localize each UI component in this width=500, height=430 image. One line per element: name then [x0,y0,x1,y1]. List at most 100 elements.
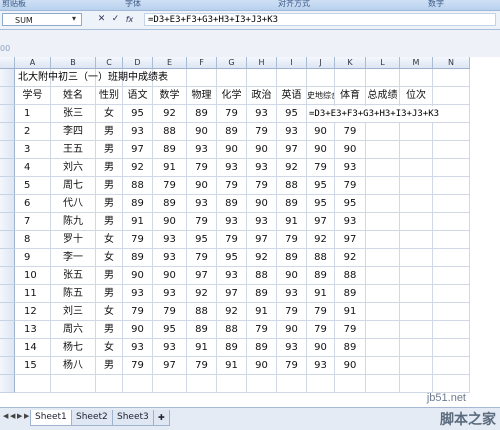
data-cell[interactable]: 97 [335,231,366,249]
editing-formula-cell[interactable]: =D3+E3+F3+G3+H3+I3+J3+K3 [309,106,440,122]
data-cell[interactable]: 93 [153,231,187,249]
data-cell[interactable]: 93 [153,339,187,357]
row-header[interactable] [0,267,15,285]
grid-cell[interactable] [433,249,470,267]
grid-cell[interactable] [433,87,470,105]
grid-cell[interactable] [366,267,400,285]
data-cell[interactable]: 91 [247,303,277,321]
grid-cell[interactable] [153,375,187,393]
data-cell[interactable]: 89 [277,195,307,213]
grid-cell[interactable] [400,213,433,231]
data-cell[interactable]: 90 [187,123,217,141]
data-cell[interactable]: 93 [247,213,277,231]
data-cell[interactable]: 92 [307,231,335,249]
cancel-icon[interactable]: ✕ [96,14,107,25]
data-cell[interactable]: 刘三 [51,303,96,321]
data-cell[interactable]: 3 [15,141,51,159]
grid-cell[interactable] [335,375,366,393]
formula-input[interactable]: =D3+E3+F3+G3+H3+I3+J3+K3 [144,13,496,26]
data-cell[interactable]: 刘六 [51,159,96,177]
data-cell[interactable]: 90 [247,195,277,213]
tab-sheet3[interactable]: Sheet3 [112,410,154,426]
data-cell[interactable]: 男 [96,177,123,195]
column-header[interactable]: E [153,57,187,69]
data-cell[interactable]: 杨八 [51,357,96,375]
data-cell[interactable]: 79 [307,321,335,339]
data-cell[interactable]: 2 [15,123,51,141]
grid-cell[interactable] [307,69,335,87]
column-header[interactable]: A [15,57,51,69]
data-cell[interactable]: 男 [96,267,123,285]
data-cell[interactable]: 93 [247,105,277,123]
data-cell[interactable]: 79 [247,123,277,141]
data-cell[interactable]: 91 [153,159,187,177]
grid-cell[interactable] [400,159,433,177]
data-cell[interactable]: 90 [307,141,335,159]
data-cell[interactable]: 93 [307,357,335,375]
data-cell[interactable]: 90 [277,321,307,339]
data-cell[interactable]: 89 [123,195,153,213]
data-cell[interactable]: 89 [307,267,335,285]
data-cell[interactable]: 90 [247,357,277,375]
column-label[interactable]: 英语 [277,87,307,105]
row-header[interactable] [0,105,15,123]
grid-cell[interactable] [366,321,400,339]
grid-cell[interactable] [400,375,433,393]
grid-cell[interactable] [433,357,470,375]
grid-cell[interactable] [187,375,217,393]
data-cell[interactable]: 79 [217,231,247,249]
data-cell[interactable]: 7 [15,213,51,231]
data-cell[interactable]: 91 [187,339,217,357]
row-header[interactable] [0,285,15,303]
data-cell[interactable]: 89 [123,249,153,267]
grid-cell[interactable] [187,69,217,87]
grid-cell[interactable] [366,177,400,195]
data-cell[interactable]: 95 [277,105,307,123]
row-header[interactable] [0,69,15,87]
ribbon-group-alignment[interactable]: 对齐方式 [278,0,310,9]
data-cell[interactable]: 95 [217,249,247,267]
column-label[interactable]: 学号 [15,87,51,105]
grid-cell[interactable] [247,375,277,393]
data-cell[interactable]: 李一 [51,249,96,267]
data-cell[interactable]: 79 [187,249,217,267]
data-cell[interactable]: 张三 [51,105,96,123]
data-cell[interactable]: 93 [123,123,153,141]
grid-cell[interactable] [366,249,400,267]
data-cell[interactable]: 97 [123,141,153,159]
next-sheet-icon[interactable]: ▶ [17,412,22,420]
data-cell[interactable]: 93 [153,249,187,267]
data-cell[interactable]: 88 [153,123,187,141]
data-cell[interactable]: 89 [187,321,217,339]
grid-cell[interactable] [433,123,470,141]
data-cell[interactable]: 92 [247,249,277,267]
data-cell[interactable]: 88 [217,321,247,339]
data-cell[interactable]: 周六 [51,321,96,339]
column-header[interactable]: J [307,57,335,69]
grid-cell[interactable] [433,321,470,339]
row-header[interactable] [0,141,15,159]
grid-cell[interactable] [433,285,470,303]
data-cell[interactable]: 79 [187,213,217,231]
data-cell[interactable]: 王五 [51,141,96,159]
grid-cell[interactable] [96,375,123,393]
column-header[interactable]: L [366,57,400,69]
grid-cell[interactable] [51,375,96,393]
data-cell[interactable]: 9 [15,249,51,267]
data-cell[interactable]: 97 [247,231,277,249]
row-header[interactable] [0,357,15,375]
grid-cell[interactable] [400,357,433,375]
data-cell[interactable]: 79 [307,159,335,177]
grid-cell[interactable] [15,375,51,393]
grid-cell[interactable] [433,375,470,393]
grid-cell[interactable] [433,267,470,285]
data-cell[interactable]: 6 [15,195,51,213]
data-cell[interactable]: 93 [187,141,217,159]
grid-cell[interactable] [366,285,400,303]
data-cell[interactable]: 88 [123,177,153,195]
column-label[interactable]: 总成绩 [366,87,400,105]
ribbon-group-number[interactable]: 数字 [428,0,444,9]
data-cell[interactable]: 93 [277,285,307,303]
column-header[interactable]: I [277,57,307,69]
row-header[interactable] [0,87,15,105]
